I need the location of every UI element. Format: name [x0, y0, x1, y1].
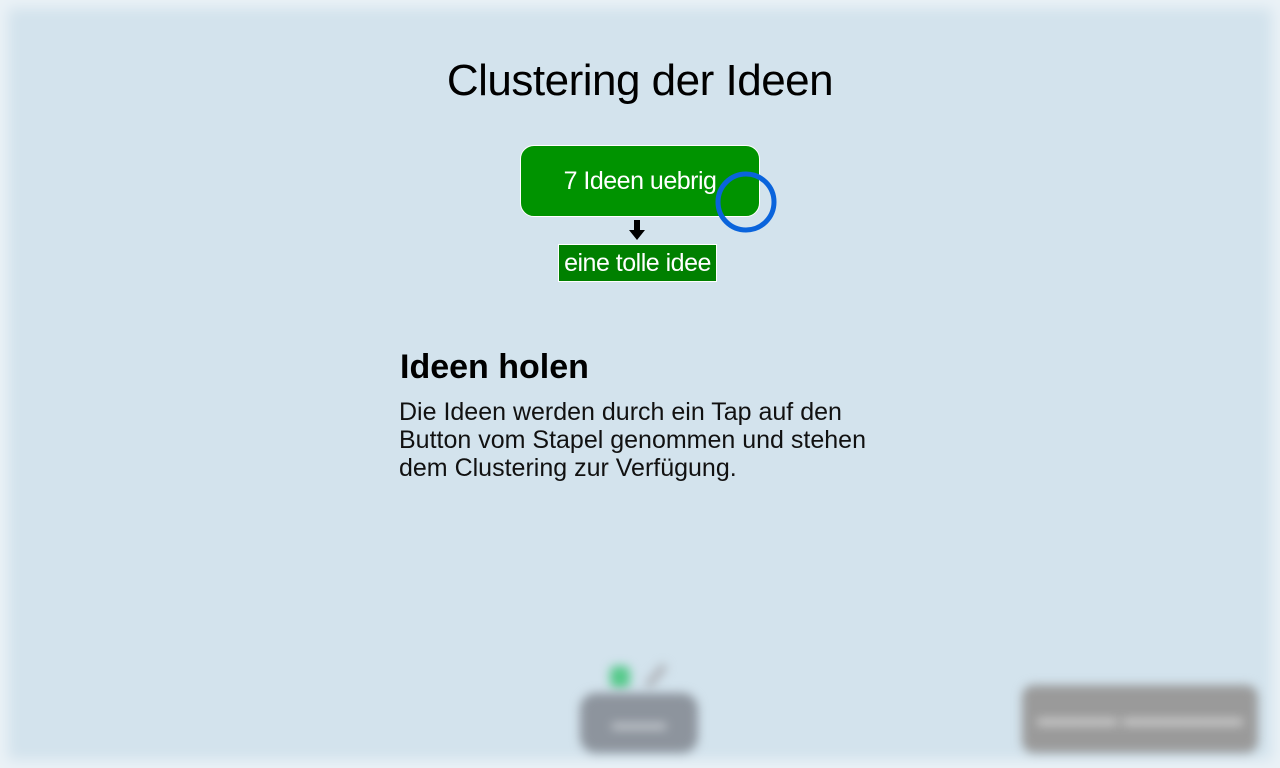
next-step-button[interactable]: ▬▬▬▬ ▬▬▬▬▬▬: [1022, 685, 1258, 753]
next-step-label: ▬▬▬▬ ▬▬▬▬▬▬: [1037, 707, 1243, 730]
arrow-down-icon: [629, 220, 645, 240]
page-title: Clustering der Ideen: [446, 56, 834, 105]
tutorial-description: Die Ideen werden durch ein Tap auf den B…: [399, 398, 866, 482]
idea-card-label: eine tolle idee: [564, 248, 711, 277]
toolbar-icons: [610, 663, 667, 689]
touch-indicator-icon: [715, 171, 777, 233]
center-action-button[interactable]: ▬▬▬: [580, 693, 698, 753]
idea-stack-label: 7 Ideen uebrig: [563, 166, 717, 195]
check-icon: [610, 666, 630, 688]
tutorial-screen: Clustering der Ideen 7 Ideen uebrig eine…: [0, 0, 1280, 768]
idea-card[interactable]: eine tolle idee: [558, 244, 717, 282]
pencil-icon: [645, 663, 667, 689]
tutorial-heading: Ideen holen: [400, 348, 589, 386]
center-action-label: ▬▬▬: [612, 712, 666, 733]
